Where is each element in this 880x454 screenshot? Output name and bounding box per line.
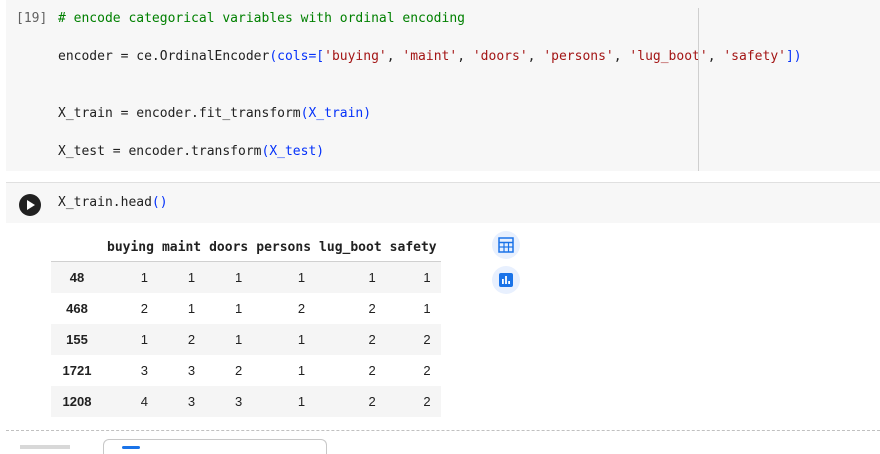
encoder-close: ]) <box>785 49 802 64</box>
run-cell-button[interactable] <box>19 194 41 216</box>
table-cell: 1 <box>140 332 148 347</box>
encoder-expr: encoder = ce.OrdinalEncoder <box>58 49 270 64</box>
col-persons: 'persons' <box>543 49 614 64</box>
encoder-open: (cols=[ <box>269 49 325 64</box>
table-cell: 2 <box>423 332 431 347</box>
code-cell-encoding[interactable]: [19] # encode categorical variables with… <box>6 0 880 171</box>
col-buying: 'buying' <box>324 49 387 64</box>
code-line-head: X_train.head() <box>58 195 168 210</box>
table-cell: 1 <box>187 301 196 316</box>
table-cell: 2 <box>368 394 376 409</box>
column-header: doors <box>209 239 249 255</box>
head-paren: () <box>151 195 168 210</box>
col-safety: 'safety' <box>723 49 786 64</box>
head-expr: X_train.head <box>58 195 152 210</box>
column-header: safety <box>389 239 437 255</box>
table-cell: 2 <box>423 394 431 409</box>
table-row: 1721 3 3 2 1 2 2 <box>51 355 441 386</box>
row-index: 468 <box>66 301 88 316</box>
column-header: buying <box>107 239 154 255</box>
table-cell: 2 <box>368 363 376 378</box>
table-cell: 1 <box>235 301 243 316</box>
column-header: persons <box>256 239 312 255</box>
column-header: maint <box>161 239 202 255</box>
table-cell: 3 <box>235 394 243 409</box>
row-index: 155 <box>66 332 88 347</box>
xtrain-expr: X_train = encoder.fit_transform <box>58 106 301 121</box>
table-cell: 4 <box>140 394 148 409</box>
table-cell: 2 <box>297 301 306 316</box>
table-cell: 2 <box>368 301 376 316</box>
code-cell-head[interactable]: X_train.head() <box>6 182 880 223</box>
table-cell: 1 <box>235 270 243 285</box>
dataframe-table: buying maint doors persons lug_boot safe… <box>51 233 441 417</box>
table-cell: 1 <box>297 363 306 378</box>
table-cell: 1 <box>235 332 243 347</box>
col-maint: 'maint' <box>402 49 458 64</box>
code-line-xtrain: X_train = encoder.fit_transform(X_train) <box>58 106 371 121</box>
table-cell: 1 <box>423 270 431 285</box>
editor-ruler <box>698 8 699 171</box>
bar-chart-icon <box>499 273 513 287</box>
col-doors: 'doors' <box>472 49 528 64</box>
xtrain-arg: (X_train) <box>300 106 372 121</box>
convert-to-table-button[interactable] <box>492 231 520 259</box>
table-cell: 3 <box>187 394 196 409</box>
table-cell: 1 <box>187 270 196 285</box>
row-index: 48 <box>69 270 85 285</box>
table-row: 468 2 1 1 2 2 1 <box>51 293 441 324</box>
output-divider <box>6 430 880 431</box>
table-cell: 2 <box>368 332 376 347</box>
col-lug-boot: 'lug_boot' <box>629 49 708 64</box>
table-header-row: buying maint doors persons lug_boot safe… <box>51 233 441 262</box>
table-cell: 2 <box>187 332 196 347</box>
row-index: 1721 <box>62 363 92 378</box>
xtest-expr: X_test = encoder.transform <box>58 144 262 159</box>
column-header: lug_boot <box>319 239 382 255</box>
xtest-arg: (X_test) <box>261 144 325 159</box>
table-cell: 1 <box>368 270 376 285</box>
code-line-encoder: encoder = ce.OrdinalEncoder(cols=['buyin… <box>58 49 802 64</box>
table-cell: 2 <box>423 363 431 378</box>
table-cell: 2 <box>140 301 148 316</box>
table-cell: 3 <box>140 363 148 378</box>
table-row: 1208 4 3 3 1 2 2 <box>51 386 441 417</box>
table-cell: 1 <box>297 394 306 409</box>
dataframe-output: buying maint doors persons lug_boot safe… <box>51 233 441 417</box>
table-row: 48 1 1 1 1 1 1 <box>51 261 441 293</box>
table-row: 155 1 2 1 1 2 2 <box>51 324 441 355</box>
table-cell: 1 <box>140 270 148 285</box>
row-index: 1208 <box>62 394 92 409</box>
table-cell: 2 <box>235 363 243 378</box>
code-comment: # encode categorical variables with ordi… <box>58 11 465 26</box>
table-grid-icon <box>498 237 514 253</box>
table-cell: 1 <box>297 270 306 285</box>
table-cell: 1 <box>297 332 306 347</box>
table-cell: 3 <box>187 363 196 378</box>
execution-count: [19] <box>16 11 48 26</box>
next-step-chip[interactable] <box>103 439 327 454</box>
column-header <box>51 233 103 262</box>
code-line-xtest: X_test = encoder.transform(X_test) <box>58 144 324 159</box>
next-step-label <box>20 445 70 449</box>
suggest-charts-button[interactable] <box>492 266 520 294</box>
table-cell: 1 <box>423 301 431 316</box>
